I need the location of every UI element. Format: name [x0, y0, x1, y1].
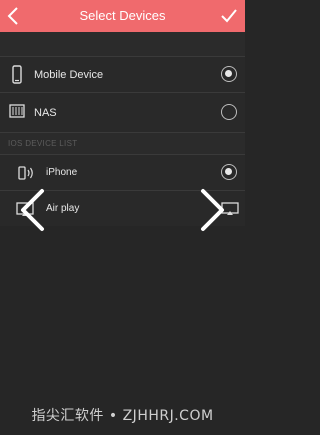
nas-icon	[9, 104, 25, 118]
top-bar: Select Devices	[0, 0, 245, 32]
radio-unselected[interactable]	[221, 104, 237, 120]
device-row-nas[interactable]: NAS	[0, 92, 245, 132]
ios-device-label: iPhone	[46, 167, 78, 178]
radio-selected[interactable]	[221, 164, 237, 180]
device-label: NAS	[34, 107, 57, 119]
radio-selected[interactable]	[221, 66, 237, 82]
chevron-left-icon[interactable]	[18, 188, 46, 232]
ios-device-row-iphone[interactable]: iPhone	[0, 154, 245, 190]
ios-device-label: Air play	[46, 203, 80, 214]
phone-icon	[12, 65, 22, 84]
ios-section-header: IOS DEVICE LIST	[0, 132, 245, 154]
checkmark-icon[interactable]	[219, 6, 239, 26]
section-title: IOS DEVICE LIST	[8, 139, 78, 148]
watermark-text: 指尖汇软件 • ZJHHRJ.COM	[31, 408, 214, 424]
empty-content-area	[0, 227, 245, 435]
device-row-mobile[interactable]: Mobile Device	[0, 56, 245, 92]
device-label: Mobile Device	[34, 69, 104, 81]
chevron-right-icon[interactable]	[199, 188, 227, 232]
wireless-icon	[18, 166, 33, 180]
top-spacer	[0, 32, 245, 56]
page-title: Select Devices	[79, 8, 166, 23]
